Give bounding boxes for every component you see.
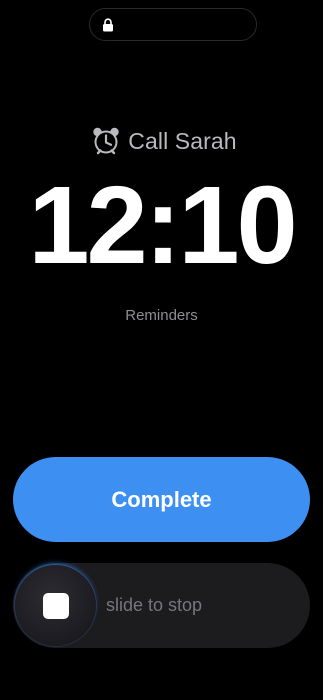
alarm-title: Call Sarah: [128, 127, 237, 154]
source-app-label: Reminders: [125, 307, 198, 324]
alarm-time: 12:10: [28, 164, 297, 287]
slider-knob[interactable]: [15, 565, 96, 646]
stop-square-icon: [42, 592, 69, 619]
dynamic-island: [89, 8, 257, 41]
complete-button[interactable]: Complete: [13, 457, 310, 542]
slide-to-stop-slider[interactable]: slide to stop: [13, 563, 310, 648]
alarm-header: Call Sarah: [0, 124, 323, 158]
lock-icon: [103, 18, 113, 32]
alarm-clock-icon: [93, 127, 119, 155]
slide-to-stop-label: slide to stop: [106, 595, 203, 615]
